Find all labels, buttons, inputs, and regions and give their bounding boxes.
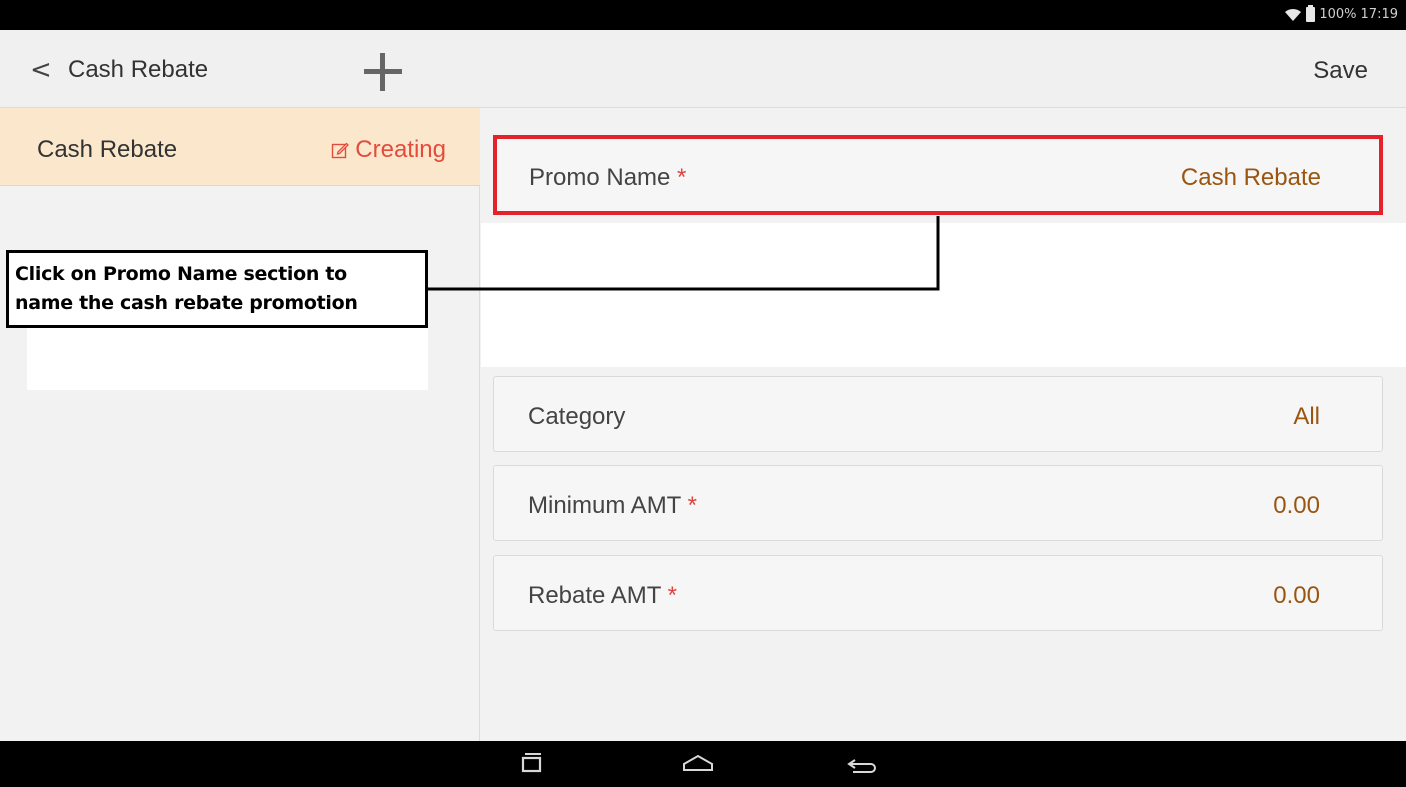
required-marker: * <box>677 164 687 191</box>
minimum-amt-label: Minimum AMT * <box>528 492 697 519</box>
back-button[interactable]: < Cash Rebate <box>30 54 260 86</box>
home-icon[interactable] <box>678 749 718 779</box>
promo-name-value: Cash Rebate <box>1180 164 1321 191</box>
recent-apps-icon[interactable] <box>512 749 552 779</box>
minimum-amt-value: 0.00 <box>1273 492 1320 519</box>
add-button[interactable] <box>360 52 406 92</box>
edit-icon <box>332 142 350 159</box>
category-value: All <box>1293 403 1320 430</box>
wifi-icon <box>1285 8 1302 21</box>
status-bar: 100% 17:19 <box>0 0 1406 30</box>
clock: 17:19 <box>1360 7 1398 22</box>
navigation-bar <box>0 741 1406 787</box>
required-marker: * <box>667 582 677 609</box>
promo-name-label: Promo Name * <box>529 164 687 191</box>
annotation-line-1: Click on Promo Name section to <box>15 263 347 285</box>
minimum-amt-field[interactable]: Minimum AMT * 0.00 <box>493 465 1383 541</box>
rebate-amt-field[interactable]: Rebate AMT * 0.00 <box>493 555 1383 631</box>
rebate-amt-value: 0.00 <box>1273 582 1320 609</box>
save-button[interactable]: Save <box>1313 57 1368 85</box>
promo-name-field[interactable]: Promo Name * Cash Rebate <box>493 135 1383 215</box>
rebate-amt-label: Rebate AMT * <box>528 582 677 609</box>
promo-form-panel: Promo Name * Cash Rebate Category All Mi… <box>481 108 1406 741</box>
battery-percent: 100% <box>1319 7 1357 22</box>
blank-area <box>481 223 1406 367</box>
annotation-line-2: name the cash rebate promotion <box>15 292 358 314</box>
status-text: Creating <box>355 136 446 163</box>
status-indicators: 100% 17:19 <box>1284 5 1398 22</box>
list-item-cash-rebate[interactable]: Cash Rebate Creating <box>0 108 480 186</box>
list-item-label: Cash Rebate <box>37 136 178 163</box>
category-field[interactable]: Category All <box>493 376 1383 452</box>
toolbar-title: Cash Rebate <box>68 56 209 83</box>
battery-icon <box>1306 5 1316 22</box>
promo-list-panel: Cash Rebate Creating <box>0 108 480 741</box>
annotation-callout: Click on Promo Name section to name the … <box>6 250 428 328</box>
chevron-left-icon: < <box>30 55 52 85</box>
required-marker: * <box>687 492 697 519</box>
toolbar: < Cash Rebate Save <box>0 30 1406 108</box>
category-label: Category <box>528 403 626 430</box>
status-badge: Creating <box>331 136 446 164</box>
back-icon[interactable] <box>843 749 883 779</box>
